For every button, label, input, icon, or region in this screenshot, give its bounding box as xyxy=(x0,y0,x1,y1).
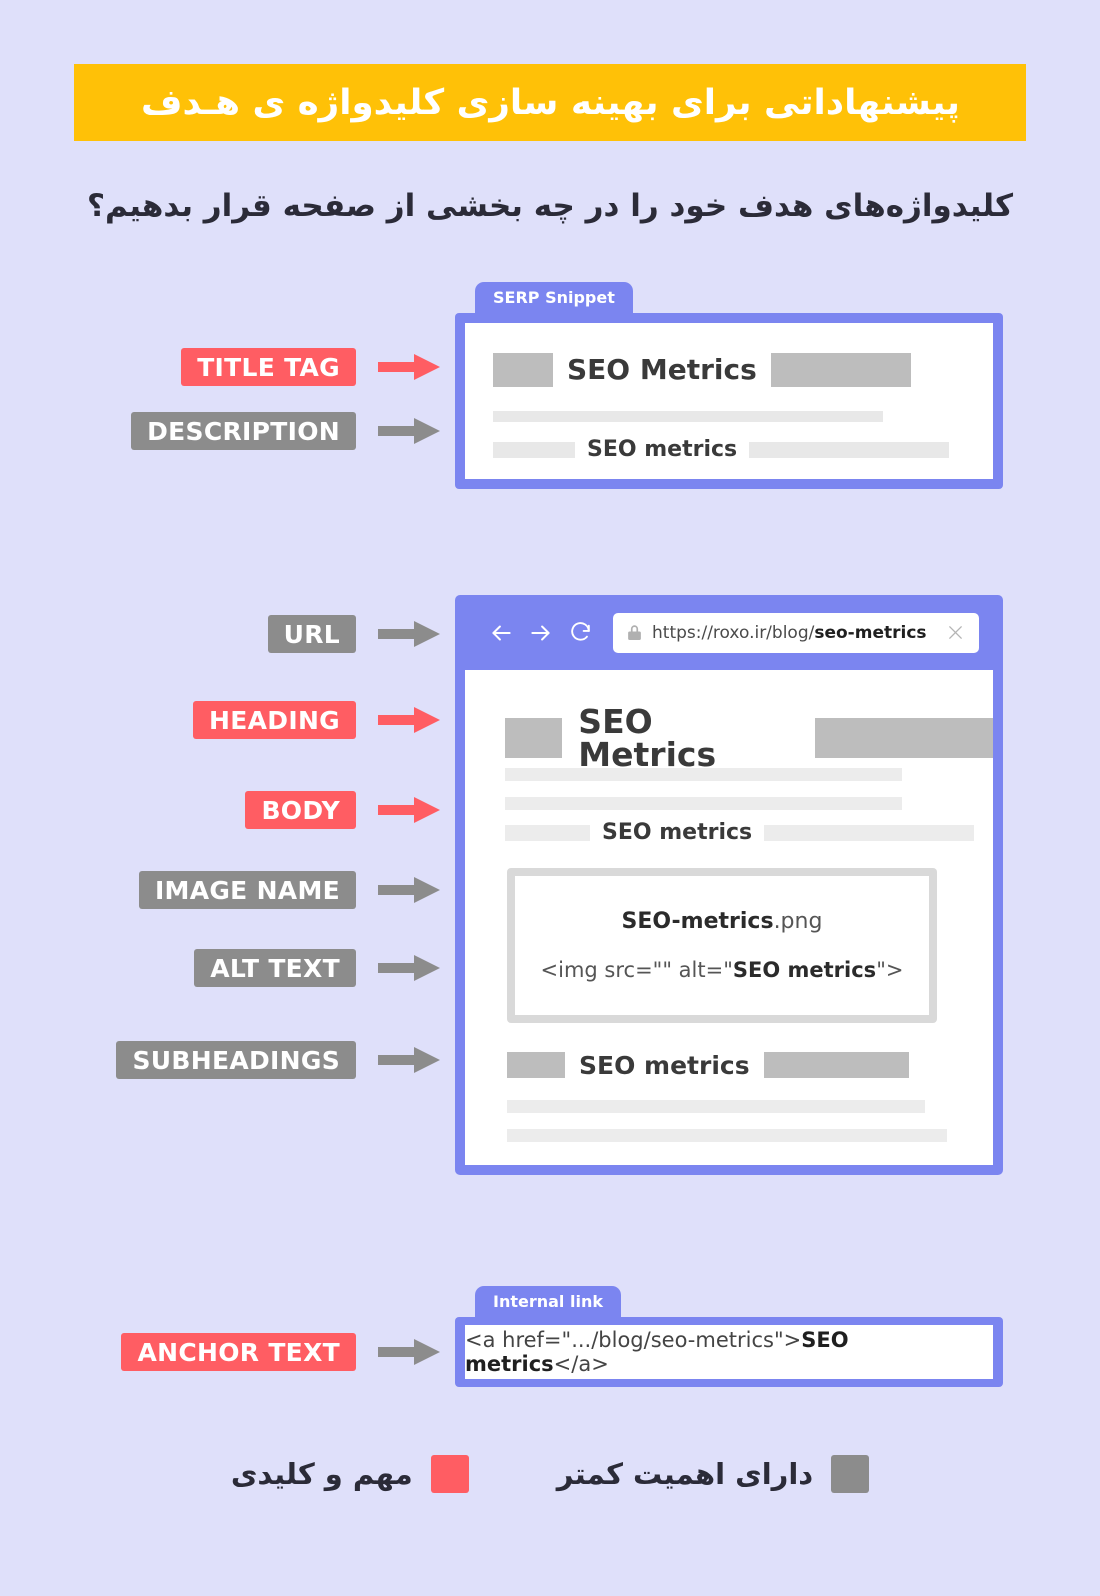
serp-snippet-tab: SERP Snippet xyxy=(475,282,633,313)
placeholder-block xyxy=(763,1052,909,1078)
label-url[interactable]: URL xyxy=(267,615,356,653)
reload-icon[interactable] xyxy=(568,620,593,645)
page-heading-row: SEO Metrics xyxy=(505,705,993,771)
image-file-name-keyword: SEO-metrics xyxy=(621,909,774,934)
arrow-right-icon xyxy=(378,795,440,825)
page-body-row: SEO metrics xyxy=(505,820,975,845)
placeholder-block xyxy=(493,442,575,458)
page-subtitle: کلیدواژه‌های هدف خود را در چه بخشی از صف… xyxy=(0,185,1100,228)
legend: دارای اهمیت کمتر مهم و کلیدی xyxy=(0,1455,1100,1493)
arrow-right-icon xyxy=(378,352,440,382)
url-prefix: https://roxo.ir/blog/ xyxy=(652,622,815,643)
page-body-placeholder-bar xyxy=(507,1129,947,1142)
browser-nav-icons xyxy=(488,620,593,646)
label-subheadings[interactable]: SUBHEADINGS xyxy=(116,1041,356,1079)
label-image-name[interactable]: IMAGE NAME xyxy=(138,871,356,909)
anchor-code-prefix: <a href=".../blog/seo-metrics"> xyxy=(465,1328,802,1352)
placeholder-block xyxy=(764,825,975,841)
browser-toolbar: https://roxo.ir/blog/seo-metrics xyxy=(455,595,1003,670)
placeholder-block xyxy=(770,353,911,387)
arrow-right-icon xyxy=(378,1337,440,1367)
serp-description-keyword: SEO metrics xyxy=(587,437,738,462)
legend-swatch-gray xyxy=(831,1455,870,1493)
image-file-name: SEO-metrics.png xyxy=(622,909,823,934)
page-body-keyword: SEO metrics xyxy=(602,820,753,845)
anchor-code-suffix: </a> xyxy=(553,1352,609,1376)
legend-label-less-important: دارای اهمیت کمتر xyxy=(556,1457,814,1491)
label-row-title-tag: TITLE TAG xyxy=(80,348,440,386)
legend-swatch-red xyxy=(430,1455,469,1493)
serp-snippet-tab-label: SERP Snippet xyxy=(493,288,615,307)
header-banner: پیشنهاداتی برای بهینه سازی کلیدواژه ی هـ… xyxy=(74,64,1026,141)
alt-suffix: "> xyxy=(876,958,904,982)
close-icon[interactable] xyxy=(946,623,965,642)
placeholder-block xyxy=(505,718,563,758)
image-placeholder-frame: SEO-metrics.png <img src="" alt="SEO met… xyxy=(507,868,937,1023)
arrow-right-icon xyxy=(378,619,440,649)
label-row-anchor-text: ANCHOR TEXT xyxy=(80,1333,440,1371)
page-subheading-row: SEO metrics xyxy=(507,1052,909,1078)
page-body-placeholder-bar xyxy=(505,768,902,781)
arrow-right-icon xyxy=(378,705,440,735)
label-title-tag[interactable]: TITLE TAG xyxy=(181,348,356,386)
internal-link-card: Internal link <a href=".../blog/seo-metr… xyxy=(455,1286,1003,1387)
label-anchor-text[interactable]: ANCHOR TEXT xyxy=(121,1333,356,1371)
legend-item-important: مهم و کلیدی xyxy=(231,1455,469,1493)
internal-link-tab-label: Internal link xyxy=(493,1292,603,1311)
url-text: https://roxo.ir/blog/seo-metrics xyxy=(652,623,946,643)
arrow-right-icon xyxy=(378,953,440,983)
serp-snippet-card: SERP Snippet SEO Metrics SEO metrics xyxy=(455,282,1003,489)
page-body-placeholder-bar xyxy=(505,797,902,810)
serp-title-keyword: SEO Metrics xyxy=(567,353,757,386)
internal-link-body: <a href=".../blog/seo-metrics">SEO metri… xyxy=(465,1325,993,1379)
alt-keyword: SEO metrics xyxy=(732,958,877,982)
arrow-right-icon[interactable] xyxy=(528,620,554,646)
banner-title: پیشنهاداتی برای بهینه سازی کلیدواژه ی هـ… xyxy=(140,82,960,123)
placeholder-block xyxy=(749,442,950,458)
placeholder-block xyxy=(815,718,993,758)
serp-description-row: SEO metrics xyxy=(493,437,950,462)
legend-item-less-important: دارای اهمیت کمتر xyxy=(556,1455,870,1493)
label-description[interactable]: DESCRIPTION xyxy=(131,412,356,450)
label-row-description: DESCRIPTION xyxy=(80,412,440,450)
subtitle-line: کلیدواژه‌های هدف خود را در چه بخشی از صف… xyxy=(86,188,1014,224)
label-row-url: URL xyxy=(80,615,440,653)
label-row-body: BODY xyxy=(80,791,440,829)
label-body[interactable]: BODY xyxy=(245,791,356,829)
arrow-right-icon xyxy=(378,875,440,905)
lock-icon xyxy=(627,624,642,641)
page-heading-keyword: SEO Metrics xyxy=(578,702,717,774)
arrow-right-icon xyxy=(378,416,440,446)
anchor-code-snippet: <a href=".../blog/seo-metrics">SEO metri… xyxy=(465,1328,993,1376)
serp-snippet-body: SEO Metrics SEO metrics xyxy=(465,323,993,479)
placeholder-block xyxy=(493,353,553,387)
placeholder-block xyxy=(505,825,590,841)
serp-title-row: SEO Metrics xyxy=(493,353,911,387)
label-row-image-name: IMAGE NAME xyxy=(80,871,440,909)
image-placeholder-inner: SEO-metrics.png <img src="" alt="SEO met… xyxy=(515,876,929,1015)
page-body-placeholder-bar xyxy=(507,1100,925,1113)
url-input[interactable]: https://roxo.ir/blog/seo-metrics xyxy=(613,612,979,653)
page-subheading-keyword: SEO metrics xyxy=(579,1050,750,1080)
label-row-subheadings: SUBHEADINGS xyxy=(80,1041,440,1079)
browser-window-card: https://roxo.ir/blog/seo-metrics SEO Met… xyxy=(455,595,1003,1175)
image-alt-attribute: <img src="" alt="SEO metrics"> xyxy=(541,958,904,982)
url-keyword: seo-metrics xyxy=(814,622,927,643)
internal-link-tab: Internal link xyxy=(475,1286,621,1317)
label-row-alt-text: ALT TEXT xyxy=(80,949,440,987)
label-heading[interactable]: HEADING xyxy=(193,701,356,739)
placeholder-block xyxy=(507,1052,565,1078)
label-row-heading: HEADING xyxy=(80,701,440,739)
alt-prefix: <img src="" alt=" xyxy=(540,958,733,982)
arrow-right-icon xyxy=(378,1045,440,1075)
arrow-left-icon[interactable] xyxy=(488,620,514,646)
label-alt-text[interactable]: ALT TEXT xyxy=(194,949,356,987)
serp-url-placeholder-bar xyxy=(493,411,883,422)
legend-label-important: مهم و کلیدی xyxy=(230,1457,413,1491)
image-file-extension: .png xyxy=(773,909,823,934)
browser-page-content: SEO Metrics SEO metrics SEO-metrics.png … xyxy=(465,670,993,1165)
